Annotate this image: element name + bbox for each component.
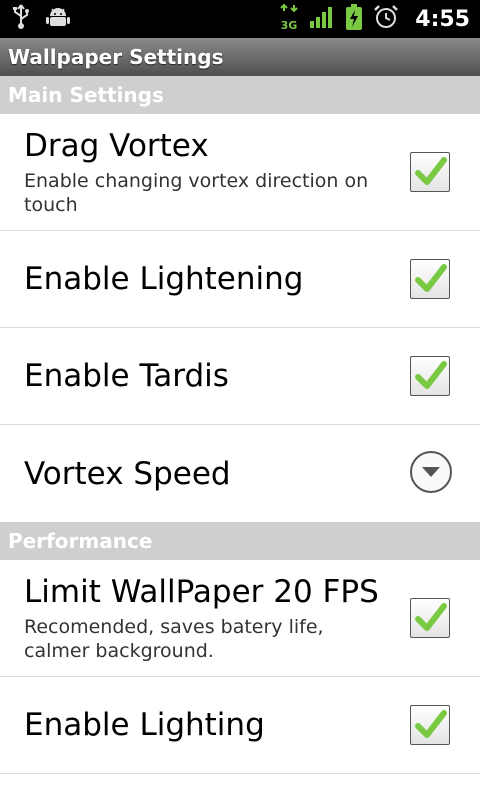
pref-drag-vortex[interactable]: Drag Vortex Enable changing vortex direc… (0, 114, 480, 231)
pref-title: Enable Tardis (24, 358, 229, 394)
pref-vortex-speed[interactable]: Vortex Speed (0, 425, 480, 522)
drag-vortex-checkbox[interactable] (410, 152, 450, 192)
clock-time: 4:55 (415, 6, 470, 32)
page-title: Wallpaper Settings (0, 38, 480, 76)
pref-title: Drag Vortex (24, 128, 209, 164)
3g-data-icon: 3G (279, 3, 299, 35)
checkmark-icon (415, 603, 447, 631)
pref-enable-lighting[interactable]: Enable Lighting (0, 677, 480, 774)
pref-summary: Recomended, saves batery life, calmer ba… (24, 616, 324, 662)
chevron-down-icon (422, 467, 440, 477)
pref-title: Enable Lighting (24, 707, 265, 743)
alarm-icon (373, 4, 399, 34)
pref-title: Enable Lightening (24, 261, 304, 297)
pref-title: Limit WallPaper 20 FPS (24, 574, 379, 610)
pref-title: Vortex Speed (24, 455, 231, 492)
usb-icon (12, 4, 30, 34)
enable-tardis-checkbox[interactable] (410, 356, 450, 396)
android-debug-icon (46, 6, 70, 32)
enable-lighting-checkbox[interactable] (410, 705, 450, 745)
checkmark-icon (415, 361, 447, 389)
enable-lightening-checkbox[interactable] (410, 259, 450, 299)
section-header-main: Main Settings (0, 76, 480, 114)
pref-enable-lightening[interactable]: Enable Lightening (0, 231, 480, 328)
checkmark-icon (415, 710, 447, 738)
network-type-label: 3G (281, 19, 298, 31)
checkmark-icon (415, 157, 447, 185)
battery-charging-icon (345, 3, 363, 35)
signal-icon (309, 5, 335, 33)
status-bar: 3G 4:55 (0, 0, 480, 38)
section-header-performance: Performance (0, 522, 480, 560)
pref-enable-tardis[interactable]: Enable Tardis (0, 328, 480, 425)
limit-fps-checkbox[interactable] (410, 598, 450, 638)
checkmark-icon (415, 264, 447, 292)
pref-limit-fps[interactable]: Limit WallPaper 20 FPS Recomended, saves… (0, 560, 480, 677)
vortex-speed-dropdown[interactable] (410, 451, 452, 493)
pref-summary: Enable changing vortex direction on touc… (24, 170, 369, 216)
